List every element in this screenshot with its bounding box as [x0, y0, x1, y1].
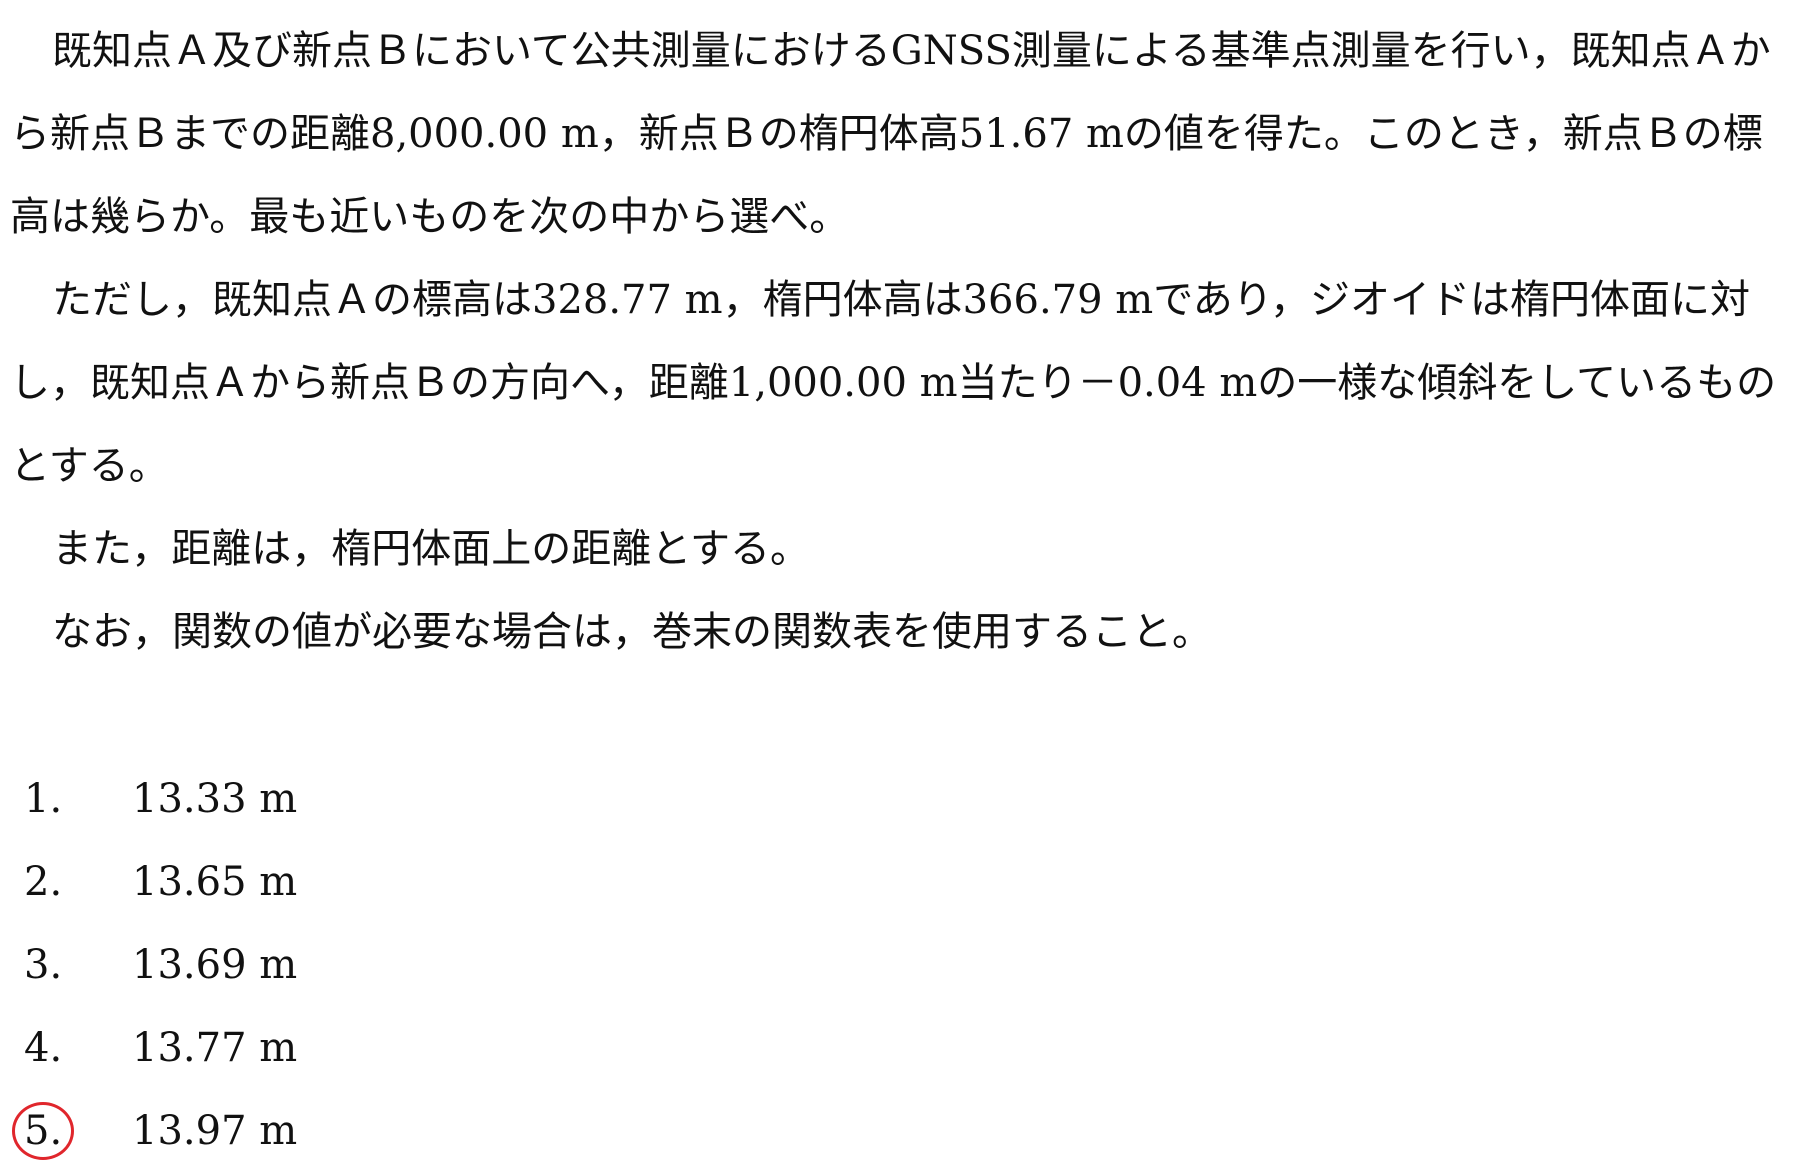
- question-paragraph: また，距離は，楕円体面上の距離とする。: [52, 526, 810, 572]
- question-paragraph: なお，関数の値が必要な場合は，巻末の関数表を使用すること。: [52, 609, 1212, 655]
- choice-number: 4.: [24, 1025, 63, 1071]
- choice-item[interactable]: 5. 13.97 m: [12, 1090, 624, 1173]
- choice-value: 13.65 m: [132, 859, 298, 905]
- choice-number: 5.: [24, 1108, 63, 1154]
- question-paragraph: ただし，既知点Ａの標高は328.77 m，楕円体高は366.79 mであり，ジオ…: [10, 277, 1777, 489]
- question-text: 既知点Ａ及び新点Ｂにおいて公共測量におけるGNSS測量による基準点測量を行い，既…: [10, 10, 1800, 674]
- question-paragraph: 既知点Ａ及び新点Ｂにおいて公共測量におけるGNSS測量による基準点測量を行い，既…: [10, 28, 1771, 240]
- choice-value: 13.97 m: [132, 1108, 298, 1154]
- choice-item[interactable]: 1. 13.33 m: [24, 758, 624, 841]
- choice-item[interactable]: 4. 13.77 m: [24, 1007, 624, 1090]
- choice-number: 1.: [24, 776, 63, 822]
- choice-value: 13.69 m: [132, 942, 298, 988]
- choice-value: 13.77 m: [132, 1025, 298, 1071]
- choice-value: 13.33 m: [132, 776, 298, 822]
- choice-number: 2.: [24, 859, 63, 905]
- choice-item[interactable]: 2. 13.65 m: [24, 841, 624, 924]
- choice-item[interactable]: 3. 13.69 m: [24, 924, 624, 1007]
- answer-choices: 1. 13.33 m 2. 13.65 m 3. 13.69 m 4. 13.7…: [12, 758, 624, 1173]
- choice-number: 3.: [24, 942, 63, 988]
